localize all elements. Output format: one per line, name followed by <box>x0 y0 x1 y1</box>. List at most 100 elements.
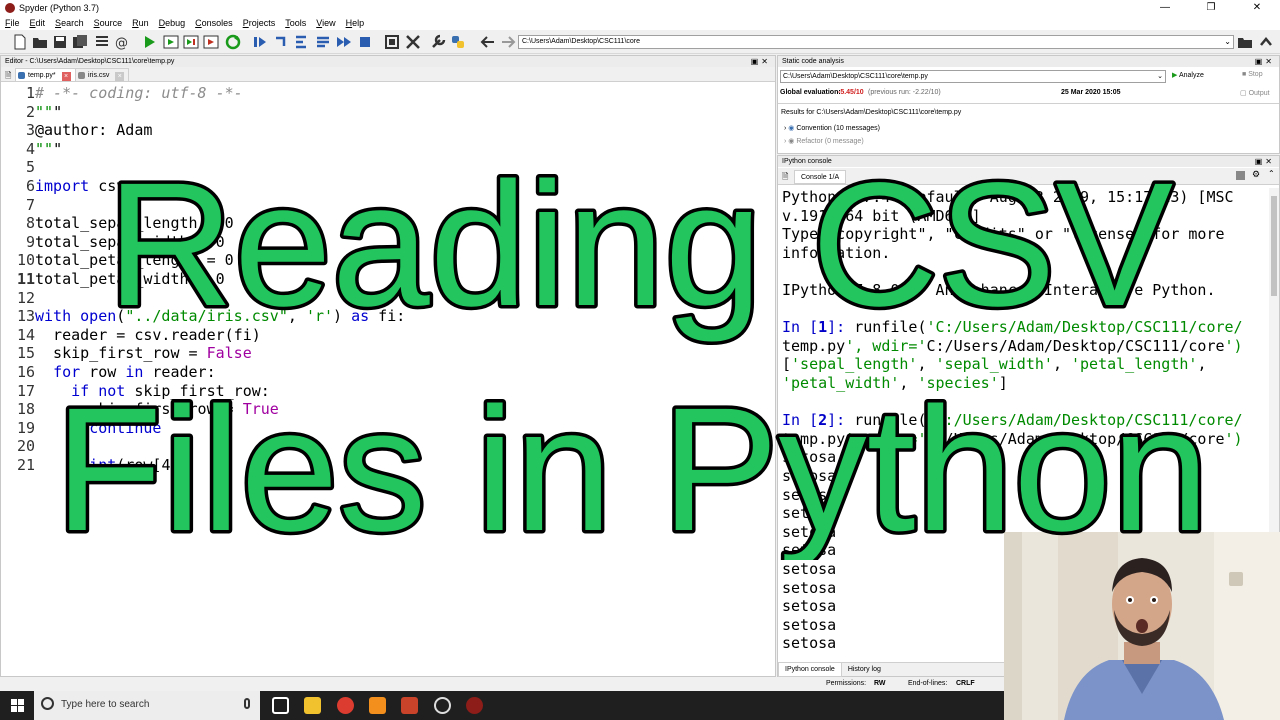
close-button[interactable]: ✕ <box>1234 0 1280 16</box>
pane-buttons[interactable]: ▣✕ <box>1255 156 1275 167</box>
chrome-icon[interactable] <box>337 697 354 714</box>
step-return-icon[interactable] <box>315 34 331 50</box>
forward-arrow-icon[interactable] <box>500 34 516 50</box>
stop-button[interactable]: ■ Stop <box>1242 71 1263 78</box>
step-icon[interactable] <box>273 34 289 50</box>
save-all-icon[interactable] <box>72 34 88 50</box>
code-line[interactable]: 11total_petal_width = 0 <box>5 270 225 289</box>
back-arrow-icon[interactable] <box>480 34 496 50</box>
windows-start-icon[interactable] <box>11 699 24 714</box>
code-line[interactable]: 8total_sepal_length = 0 <box>5 214 234 233</box>
rerun-icon[interactable] <box>225 34 241 50</box>
line-number: 2 <box>25 102 35 121</box>
code-editor[interactable]: 1# -*- coding: utf-8 -*- 2""" 3@author: Ad… <box>5 84 771 674</box>
code-line[interactable]: 13with open("../data/iris.csv", 'r') as … <box>5 307 405 326</box>
save-icon[interactable] <box>52 34 68 50</box>
close-tab-icon[interactable]: × <box>115 72 125 81</box>
minimize-button[interactable]: — <box>1142 0 1188 16</box>
code-line[interactable]: 12 <box>5 289 35 308</box>
menu-tools[interactable]: Tools <box>280 16 311 30</box>
step-into-icon[interactable] <box>294 34 310 50</box>
output-button[interactable]: ▢ Output <box>1240 89 1270 97</box>
code-line[interactable]: 18 skip_first_row = True <box>5 400 279 419</box>
line-number: 7 <box>25 195 35 214</box>
code-line[interactable]: 9total_sepal_width = 0 <box>5 233 225 252</box>
code-line[interactable]: 6import csv <box>5 177 125 196</box>
analyze-button[interactable]: ▶ Analyze <box>1172 71 1204 79</box>
menu-projects[interactable]: Projects <box>238 16 281 30</box>
line-number: 8 <box>25 214 35 233</box>
console-settings-icon[interactable]: ⚙ <box>1252 169 1260 180</box>
menu-search[interactable]: Search <box>50 16 89 30</box>
obs-icon[interactable] <box>434 697 451 714</box>
open-file-icon[interactable] <box>32 34 48 50</box>
menu-edit[interactable]: Edit <box>25 16 51 30</box>
tab-history-log[interactable]: History log <box>842 663 887 676</box>
code-line[interactable]: 15 skip_first_row = False <box>5 344 252 363</box>
code-line[interactable]: 5 <box>5 158 35 177</box>
working-directory-combo[interactable]: C:\Users\Adam\Desktop\CSC111\core ⌄ <box>518 35 1234 49</box>
pane-buttons[interactable]: ▣✕ <box>1255 56 1275 67</box>
line-number: 10 <box>16 251 35 270</box>
code-line[interactable]: 3@author: Adam <box>5 121 152 140</box>
fullscreen-icon[interactable] <box>405 34 421 50</box>
code-line[interactable]: 17 if not skip_first_row: <box>5 382 270 401</box>
menu-debug[interactable]: Debug <box>154 16 191 30</box>
stop-kernel-icon[interactable] <box>1236 171 1245 180</box>
tab-label: temp.py* <box>28 72 56 79</box>
powerpoint-icon[interactable] <box>401 697 418 714</box>
close-tab-icon[interactable]: × <box>61 72 71 81</box>
browse-tabs-icon[interactable]: 🗎 <box>782 171 788 185</box>
continue-icon[interactable] <box>336 34 352 50</box>
tab-ipython-console[interactable]: IPython console <box>778 663 842 677</box>
parent-directory-icon[interactable] <box>1258 34 1274 50</box>
menu-help[interactable]: Help <box>341 16 370 30</box>
task-view-icon[interactable] <box>272 697 289 714</box>
scrollbar-thumb[interactable] <box>1271 196 1277 296</box>
preferences-icon[interactable] <box>430 34 446 50</box>
file-list-icon[interactable] <box>94 34 110 50</box>
result-refactor[interactable]: › ◉ Refactor (0 message) <box>784 137 864 145</box>
menu-run[interactable]: Run <box>127 16 154 30</box>
code-line[interactable]: 19 continue <box>5 419 162 438</box>
code-line[interactable]: 20 <box>5 437 35 456</box>
sublime-text-icon[interactable] <box>369 697 386 714</box>
refactor-icon: ◉ <box>788 138 795 145</box>
maximize-pane-icon[interactable] <box>384 34 400 50</box>
stop-debug-icon[interactable] <box>357 34 373 50</box>
browse-folder-icon[interactable] <box>1237 34 1253 50</box>
code-line[interactable]: 16 for row in reader: <box>5 363 216 382</box>
spyder-taskbar-icon[interactable] <box>466 697 483 714</box>
code-line[interactable]: 14 reader = csv.reader(fi) <box>5 326 261 345</box>
tab-temp-py[interactable]: temp.py* × <box>15 68 76 81</box>
python-path-icon[interactable] <box>450 34 466 50</box>
run-cell-icon[interactable] <box>163 34 179 50</box>
new-file-icon[interactable] <box>12 34 28 50</box>
maximize-button[interactable]: ❐ <box>1188 0 1234 16</box>
tab-console-1a[interactable]: Console 1/A <box>794 170 847 184</box>
menu-source[interactable]: Source <box>89 16 128 30</box>
pane-buttons[interactable]: ▣✕ <box>751 56 771 67</box>
menu-view[interactable]: View <box>311 16 340 30</box>
analysis-file-combo[interactable]: C:\Users\Adam\Desktop\CSC111\core\temp.p… <box>780 70 1166 83</box>
code-line[interactable]: 7 <box>5 196 35 215</box>
result-convention[interactable]: › ◉ Convention (10 messages) <box>784 124 880 132</box>
browse-tabs-icon[interactable]: 🗎 <box>5 70 11 84</box>
tab-iris-csv[interactable]: iris.csv × <box>75 68 130 81</box>
code-line[interactable]: 1# -*- coding: utf-8 -*- <box>5 84 243 103</box>
menu-file[interactable]: File <box>0 16 25 30</box>
at-symbol-icon[interactable]: @ <box>114 34 130 50</box>
run-cell-advance-icon[interactable] <box>183 34 199 50</box>
code-line[interactable]: 4""" <box>5 140 62 159</box>
taskbar-search[interactable]: Type here to search <box>34 691 260 720</box>
code-line[interactable]: 2""" <box>5 103 62 122</box>
run-selection-icon[interactable] <box>203 34 219 50</box>
run-icon[interactable] <box>141 34 157 50</box>
code-line[interactable]: 21 print(row[4]) <box>5 456 189 475</box>
microphone-icon[interactable] <box>244 698 250 709</box>
code-line[interactable]: 10total_petal_length = 0 <box>5 251 234 270</box>
chevron-up-icon[interactable]: ⌃ <box>1268 169 1275 178</box>
debug-icon[interactable] <box>252 34 268 50</box>
file-explorer-icon[interactable] <box>304 697 321 714</box>
menu-consoles[interactable]: Consoles <box>190 16 238 30</box>
